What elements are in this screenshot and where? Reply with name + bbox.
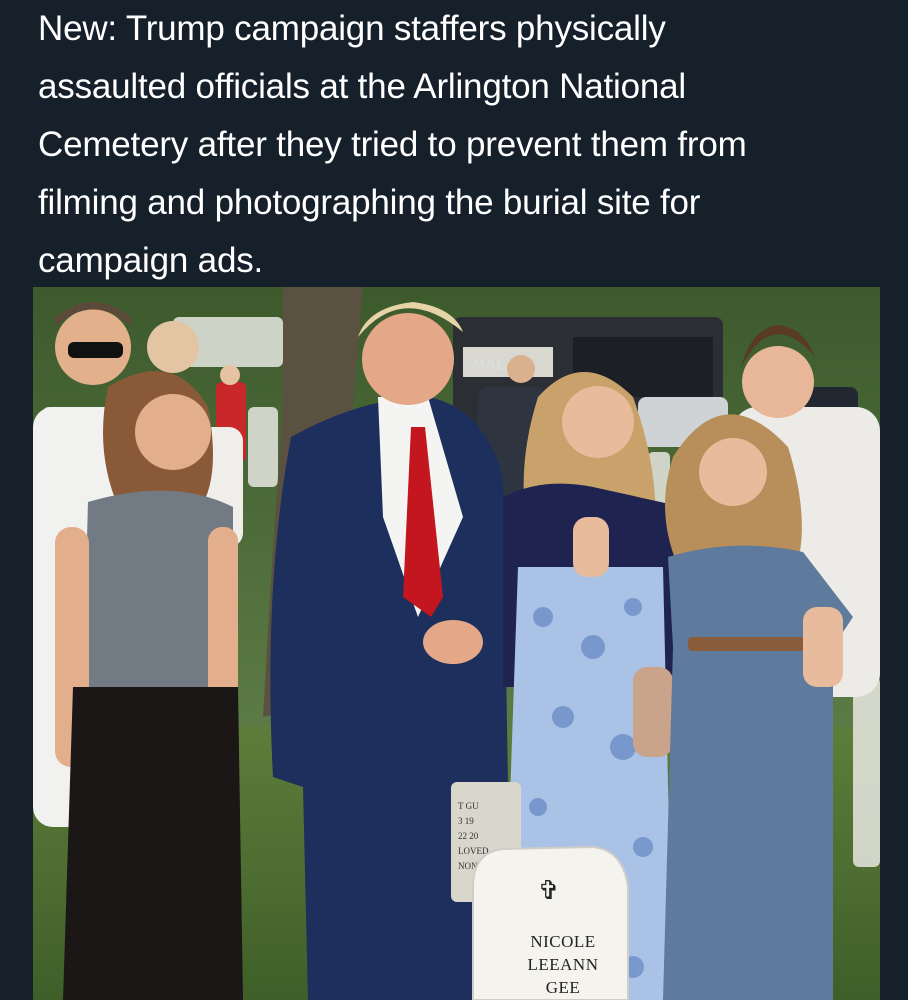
tweet-screenshot: New: Trump campaign staffers physically … (0, 0, 908, 1000)
post-photo[interactable]: MAL T GU 3 19 22 20 LOVED NON ✞ NICOLE L… (33, 287, 880, 1000)
headstone: ✞ NICOLE LEEANN GEE (472, 845, 629, 1000)
svg-text:T GU: T GU (458, 801, 479, 811)
headstone-line-2: LEEANN (528, 955, 599, 974)
headstone-line-3: GEE (546, 978, 581, 997)
headstone-line-1: NICOLE (530, 932, 595, 951)
headstone-cross: ✞ (538, 876, 560, 905)
svg-text:3 19: 3 19 (458, 816, 474, 826)
photo-illustration: MAL T GU 3 19 22 20 LOVED NON ✞ NICOLE L… (33, 287, 880, 1000)
svg-text:LOVED: LOVED (458, 846, 489, 856)
svg-text:22 20: 22 20 (458, 831, 479, 841)
bus-sign: MAL (473, 356, 506, 373)
post-text: New: Trump campaign staffers physically … (38, 9, 747, 280)
